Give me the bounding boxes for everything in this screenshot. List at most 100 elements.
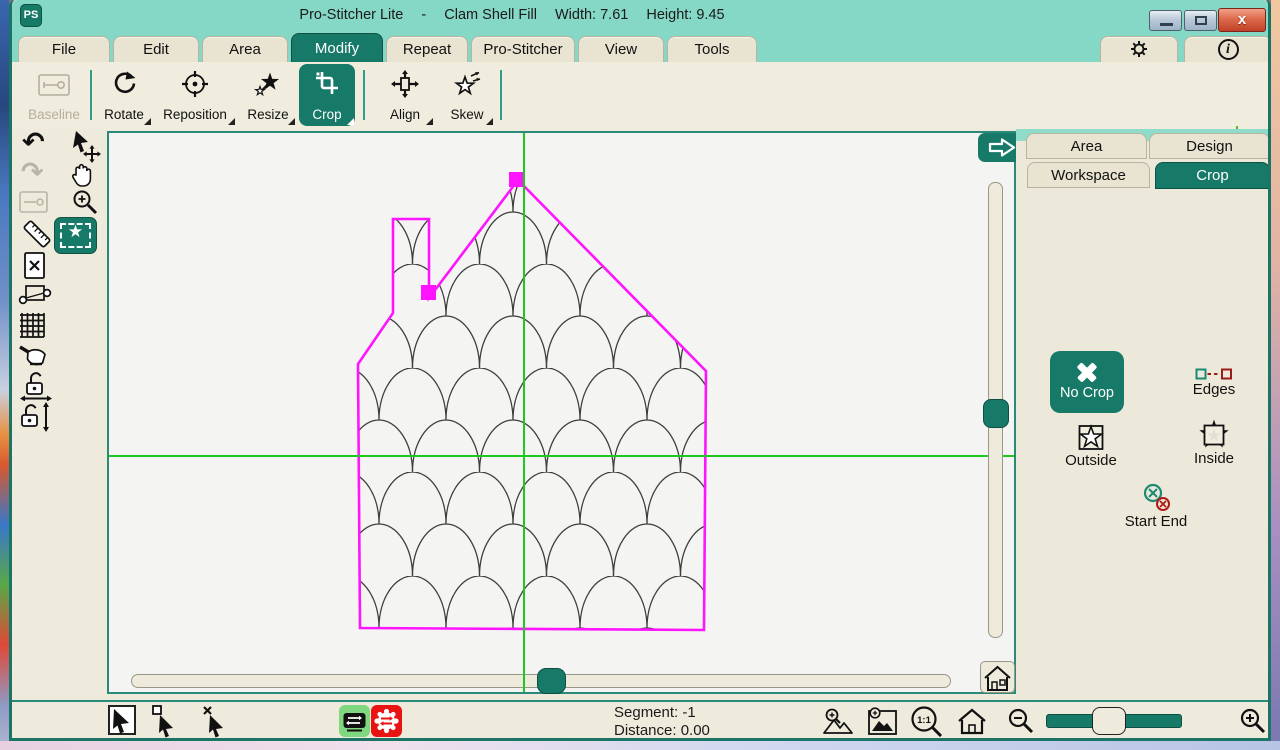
crop-handle-mid[interactable] [421, 285, 436, 300]
redo-icon[interactable]: ↷ [21, 159, 44, 185]
zoom-slider-handle[interactable] [1092, 707, 1126, 735]
tab-area[interactable]: Area [202, 36, 288, 62]
crop-inside-button[interactable]: Inside [1184, 419, 1244, 467]
title-separator: - [421, 7, 426, 23]
tab-modify[interactable]: Modify [291, 33, 383, 62]
select-design-button[interactable]: ★ [54, 217, 97, 254]
zoom-out-icon [1008, 708, 1036, 736]
crop-outside-button[interactable]: Outside [1057, 422, 1125, 469]
stitcher-status-green[interactable] [339, 705, 370, 737]
svg-text:1:1: 1:1 [917, 715, 931, 726]
swap-points-icon[interactable] [18, 281, 52, 307]
tab-file[interactable]: File [18, 36, 110, 62]
delete-design-icon[interactable] [22, 251, 48, 281]
baseline-gray-icon[interactable] [18, 189, 50, 215]
crop-icon [299, 70, 355, 100]
panel-tab-workspace[interactable]: Workspace [1027, 162, 1150, 188]
pointer-delete-point-button[interactable] [200, 704, 234, 738]
zoom-window-icon[interactable] [72, 189, 100, 217]
zoom-design-button[interactable] [866, 706, 899, 737]
home-position-button[interactable] [980, 661, 1015, 693]
tab-view[interactable]: View [578, 36, 664, 62]
vertical-scrollbar-handle[interactable] [983, 399, 1009, 428]
toolbar-separator [363, 70, 365, 120]
zoom-in-button[interactable] [1240, 708, 1268, 736]
reposition-icon [154, 70, 236, 100]
toolbar-separator [90, 70, 92, 120]
lock-vertical-icon[interactable] [18, 401, 50, 433]
crop-edges-button[interactable]: Edges [1184, 367, 1244, 398]
grid-icon[interactable] [18, 311, 46, 339]
one-to-one-icon: 1:1 [910, 705, 944, 737]
skew-button[interactable]: Skew [440, 64, 494, 126]
right-panel: Area Design Workspace Crop No Crop Edges… [1016, 129, 1268, 700]
status-bar: Segment: -1 Distance: 0.00 [12, 700, 1268, 738]
resize-button[interactable]: Resize [240, 64, 296, 126]
menu-tab-row: File Edit Area Modify Repeat Pro-Stitche… [12, 33, 1268, 62]
panel-tab-design[interactable]: Design [1149, 133, 1270, 159]
reposition-button[interactable]: Reposition [154, 64, 236, 126]
left-tool-column: ↶ ↷ [12, 129, 107, 700]
distance-readout: Distance: 0.00 [614, 722, 710, 739]
segment-readout: Segment: -1 [614, 704, 696, 721]
title-bar: PS Pro-Stitcher Lite - Clam Shell Fill W… [12, 0, 1268, 33]
zoom-fit-button[interactable] [822, 707, 854, 736]
home-button[interactable] [956, 707, 988, 736]
dustpan-icon[interactable] [17, 339, 53, 369]
tab-repeat[interactable]: Repeat [386, 36, 468, 62]
crop-button[interactable]: Crop [299, 64, 355, 126]
zoom-one-to-one-button[interactable]: 1:1 [910, 705, 944, 737]
crop-start-end-button[interactable]: Start End [1117, 483, 1195, 530]
tab-info[interactable]: i [1184, 36, 1271, 62]
tab-pro-stitcher[interactable]: Pro-Stitcher [471, 36, 575, 62]
design-name: Clam Shell Fill [444, 7, 537, 23]
width-value: 7.61 [600, 7, 628, 23]
pointer-select-button[interactable] [108, 705, 136, 735]
window-title: Pro-Stitcher Lite - Clam Shell Fill Widt… [12, 7, 1012, 23]
panel-tab-crop[interactable]: Crop [1155, 162, 1270, 189]
no-crop-icon [1075, 361, 1099, 383]
machine-icon [339, 705, 370, 737]
minimize-icon [1160, 23, 1173, 26]
height-value: 9.45 [696, 7, 724, 23]
maximize-button[interactable] [1184, 10, 1217, 31]
pointer-point-button[interactable] [150, 704, 184, 738]
rotate-button[interactable]: Rotate [96, 64, 152, 126]
width-label: Width: [555, 7, 596, 23]
ruler-icon[interactable] [20, 217, 54, 251]
undo-icon[interactable]: ↶ [22, 129, 45, 155]
maximize-icon [1195, 16, 1207, 25]
app-window: PS Pro-Stitcher Lite - Clam Shell Fill W… [9, 0, 1271, 741]
stitcher-status-red[interactable] [371, 705, 402, 737]
crosshair-vertical-line [523, 133, 525, 692]
edges-icon [1195, 367, 1233, 381]
home-icon [981, 663, 1014, 693]
zoom-in-icon [1240, 708, 1268, 736]
segment-value: -1 [682, 704, 695, 721]
design-canvas[interactable] [107, 131, 1016, 694]
pointer-square-icon [150, 704, 184, 738]
crosshair-horizontal-line [109, 455, 1014, 457]
panel-tab-area[interactable]: Area [1026, 133, 1147, 159]
distance-value: 0.00 [681, 722, 710, 739]
close-button[interactable]: x [1218, 8, 1266, 32]
outside-icon [1076, 422, 1106, 452]
tab-edit[interactable]: Edit [113, 36, 199, 62]
minimize-button[interactable] [1149, 10, 1182, 31]
align-button[interactable]: Align [376, 64, 434, 126]
crop-handle-top[interactable] [509, 172, 524, 187]
select-move-icon[interactable] [68, 129, 102, 163]
zoom-design-icon [866, 706, 899, 737]
clamshell-design[interactable] [109, 133, 1014, 692]
lock-horizontal-icon[interactable] [20, 369, 52, 401]
horizontal-scrollbar-handle[interactable] [537, 668, 566, 694]
rotate-icon [96, 70, 152, 100]
pan-hand-icon[interactable] [70, 161, 96, 189]
zoom-fit-icon [822, 707, 854, 736]
tab-settings[interactable] [1100, 36, 1178, 62]
no-crop-button[interactable]: No Crop [1050, 351, 1124, 413]
tab-tools[interactable]: Tools [667, 36, 757, 62]
zoom-out-button[interactable] [1008, 708, 1036, 736]
baseline-button[interactable]: Baseline [22, 64, 86, 126]
start-end-icon [1140, 483, 1172, 513]
